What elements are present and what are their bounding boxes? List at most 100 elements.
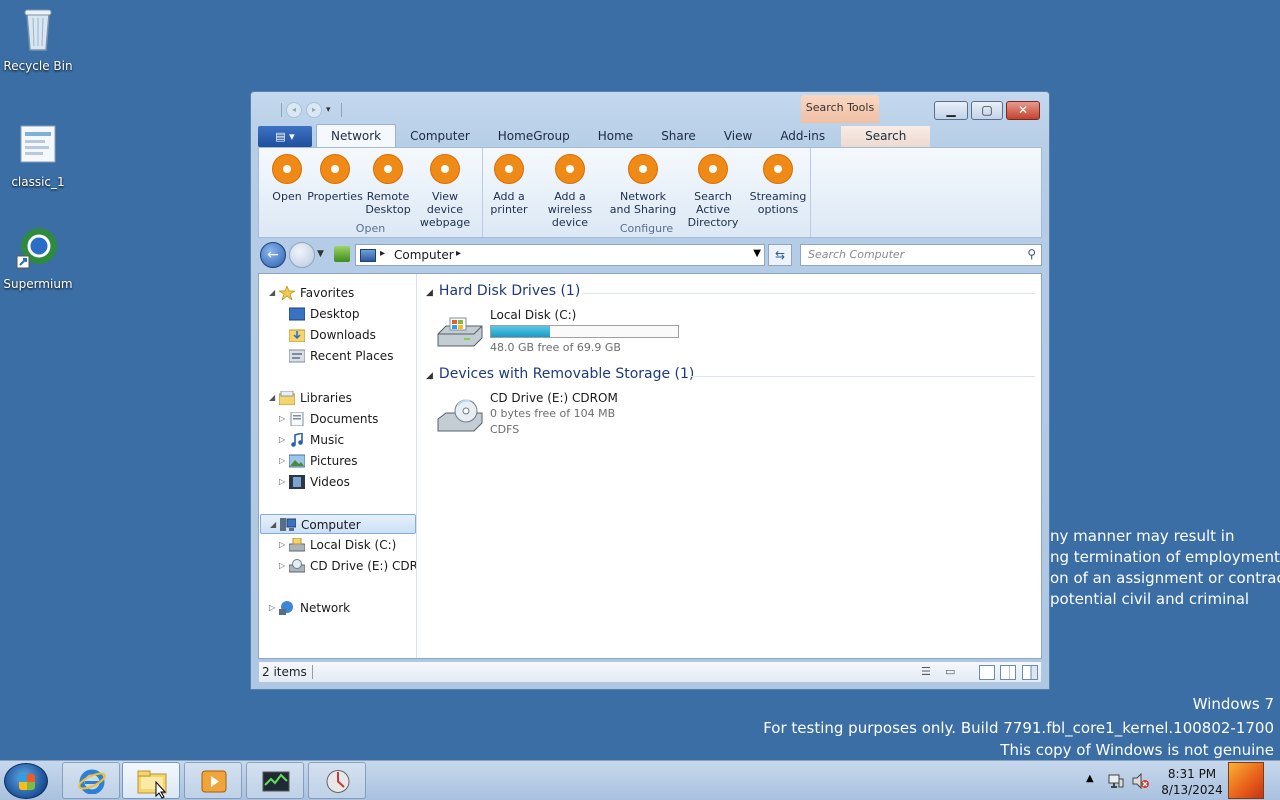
tab-share[interactable]: Share [647, 126, 710, 147]
back-button[interactable]: ← [260, 242, 286, 268]
title-bar[interactable]: ◂ ▸ ▾ Search Tools ▁ ▢ ✕ [251, 92, 1049, 124]
remote-desktop-button[interactable]: Remote Desktop [363, 154, 413, 216]
group-header-hard-disks[interactable]: ◢ Hard Disk Drives (1) [426, 283, 580, 299]
collapse-arrow-icon[interactable]: ▷ [279, 409, 285, 429]
add-wireless-device-button[interactable]: Add a wireless device [531, 154, 609, 229]
forward-button[interactable] [289, 242, 315, 268]
start-button[interactable] [4, 763, 48, 799]
desktop-icon-classic-1[interactable]: classic_1 [0, 122, 76, 189]
content-area: ◢ Favorites Desktop Downloads Recent Pla… [258, 273, 1042, 659]
add-wireless-device-icon [555, 154, 585, 184]
recent-places-icon [289, 349, 305, 363]
quick-forward-icon[interactable]: ▸ [306, 102, 322, 118]
group-header-removable[interactable]: ◢ Devices with Removable Storage (1) [426, 366, 694, 382]
taskbar-media-player[interactable] [184, 762, 242, 799]
network-and-sharing-button[interactable]: Network and Sharing [609, 154, 677, 216]
maximize-button[interactable]: ▢ [971, 101, 1003, 120]
group-title: Hard Disk Drives (1) [438, 283, 581, 299]
expand-arrow-icon[interactable]: ◢ [269, 388, 275, 408]
recent-pages-dropdown-icon[interactable]: ▼ [317, 249, 324, 259]
breadcrumb-arrow-icon[interactable]: ▸ [380, 248, 385, 259]
minimize-button[interactable]: ▁ [934, 101, 968, 120]
tab-computer[interactable]: Computer [396, 126, 484, 147]
view-device-webpage-button[interactable]: View device webpage [413, 154, 477, 229]
cd-drive-icon [437, 399, 483, 432]
network-status-icon[interactable] [1108, 773, 1124, 789]
collapse-arrow-icon[interactable]: ▷ [279, 535, 285, 555]
search-input[interactable]: Search Computer ⚲ [800, 244, 1042, 266]
add-printer-button[interactable]: Add a printer [487, 154, 531, 216]
collapse-arrow-icon[interactable]: ▷ [279, 556, 285, 576]
taskbar-browser[interactable] [308, 762, 366, 799]
collapse-arrow-icon[interactable]: ▷ [269, 598, 275, 618]
taskbar: ▲ 8:31 PM 8/13/2024 [0, 760, 1280, 800]
file-list-pane[interactable]: ◢ Hard Disk Drives (1) Local Disk (C:) 48… [418, 274, 1041, 658]
expand-arrow-icon[interactable]: ◢ [270, 515, 276, 535]
up-folder-icon[interactable] [334, 246, 350, 262]
nav-item-desktop[interactable]: Desktop [259, 304, 416, 324]
nav-item-downloads[interactable]: Downloads [259, 325, 416, 345]
nav-item-local-disk[interactable]: ▷ Local Disk (C:) [259, 535, 416, 555]
tab-add-ins[interactable]: Add-ins [766, 126, 839, 147]
nav-item-favorites[interactable]: ◢ Favorites [259, 283, 416, 303]
pane-layout-2-icon[interactable] [1000, 665, 1016, 680]
nav-item-music[interactable]: ▷ Music [259, 430, 416, 450]
volume-muted-icon[interactable] [1132, 773, 1150, 789]
nav-item-cd-drive[interactable]: ▷ CD Drive (E:) CDROM [259, 556, 416, 576]
refresh-button[interactable]: ⇆ [768, 244, 792, 266]
collapse-arrow-icon[interactable]: ▷ [279, 472, 285, 492]
desktop-icon-supermium[interactable]: Supermium [0, 224, 76, 291]
large-icons-view-icon[interactable]: ▭ [945, 665, 961, 680]
view-device-webpage-icon [430, 154, 460, 184]
streaming-options-button[interactable]: Streaming options [749, 154, 807, 216]
navigation-pane[interactable]: ◢ Favorites Desktop Downloads Recent Pla… [259, 274, 417, 658]
tab-homegroup[interactable]: HomeGroup [484, 126, 584, 147]
show-desktop-button[interactable] [1228, 762, 1264, 799]
nav-item-videos[interactable]: ▷ Videos [259, 472, 416, 492]
taskbar-task-manager[interactable] [246, 762, 304, 799]
close-button[interactable]: ✕ [1006, 101, 1040, 120]
show-hidden-icons-icon[interactable]: ▲ [1086, 773, 1094, 784]
search-tools-context-label: Search Tools [801, 95, 879, 123]
taskbar-windows-explorer[interactable] [122, 762, 180, 799]
collapse-arrow-icon[interactable]: ▷ [279, 451, 285, 471]
tab-search[interactable]: Search [841, 126, 931, 147]
nav-item-computer[interactable]: ◢ Computer [260, 514, 416, 534]
expand-arrow-icon[interactable]: ◢ [269, 283, 275, 303]
pane-layout-3-icon[interactable] [1022, 665, 1038, 680]
nav-item-recent-places[interactable]: Recent Places [259, 346, 416, 366]
group-collapse-icon[interactable]: ◢ [426, 371, 433, 381]
desktop-icon-label: Recycle Bin [3, 59, 73, 73]
nav-item-pictures[interactable]: ▷ Pictures [259, 451, 416, 471]
navigation-bar: ← ▼ ▸ Computer ▸ ▼ ⇆ Search Computer ⚲ [258, 241, 1042, 269]
quick-back-icon[interactable]: ◂ [286, 102, 302, 118]
system-clock[interactable]: 8:31 PM 8/13/2024 [1160, 766, 1224, 798]
nav-item-documents[interactable]: ▷ Documents [259, 409, 416, 429]
address-bar[interactable]: ▸ Computer ▸ ▼ [355, 244, 765, 266]
group-collapse-icon[interactable]: ◢ [426, 288, 433, 298]
collapse-arrow-icon[interactable]: ▷ [279, 430, 285, 450]
application-menu-button[interactable]: ▤ ▾ [258, 126, 312, 147]
breadcrumb-arrow-icon[interactable]: ▸ [456, 248, 461, 259]
address-dropdown-icon[interactable]: ▼ [753, 248, 761, 259]
nav-item-libraries[interactable]: ◢ Libraries [259, 388, 416, 408]
qat-dropdown-icon[interactable]: ▾ [326, 105, 331, 115]
tab-view[interactable]: View [710, 126, 766, 147]
nav-item-network[interactable]: ▷ Network [259, 598, 416, 618]
nav-label: Favorites [300, 286, 355, 300]
desktop-icon-recycle-bin[interactable]: Recycle Bin [0, 6, 76, 73]
details-view-icon[interactable]: ☰ [921, 665, 937, 680]
search-active-directory-button[interactable]: Search Active Directory [677, 154, 749, 229]
tab-home[interactable]: Home [584, 126, 647, 147]
breadcrumb-computer[interactable]: Computer [394, 248, 454, 262]
tab-network[interactable]: Network [316, 124, 397, 147]
network-icon [279, 601, 293, 615]
open-button[interactable]: Open [267, 154, 307, 203]
search-icon[interactable]: ⚲ [1027, 247, 1036, 261]
taskbar-internet-explorer[interactable] [62, 762, 120, 799]
pane-layout-1-icon[interactable] [979, 665, 995, 680]
nav-label: Music [310, 433, 345, 447]
drive-item-e[interactable]: CD Drive (E:) CDROM 0 bytes free of 104 … [436, 391, 736, 443]
drive-item-c[interactable]: Local Disk (C:) 48.0 GB free of 69.9 GB [436, 308, 736, 360]
properties-button[interactable]: Properties [307, 154, 363, 203]
